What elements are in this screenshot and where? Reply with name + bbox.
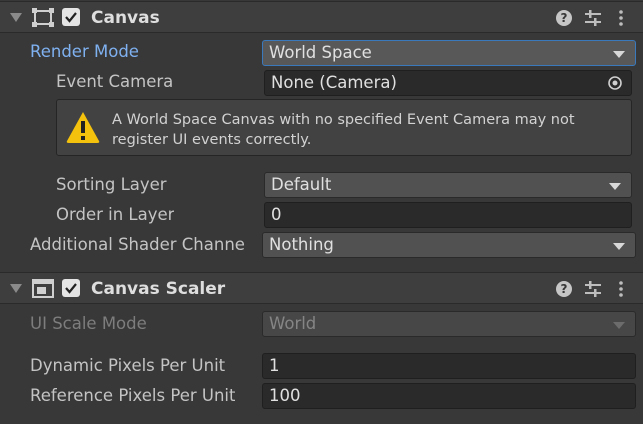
- warning-helpbox: A World Space Canvas with no specified E…: [56, 99, 632, 156]
- object-picker-icon[interactable]: [607, 75, 623, 91]
- canvas-scaler-enabled-checkbox[interactable]: [62, 279, 80, 297]
- check-icon: [65, 283, 77, 294]
- event-camera-label: Event Camera: [56, 72, 174, 91]
- warning-icon: [66, 112, 100, 143]
- reference-pixels-per-unit-input[interactable]: 100: [262, 383, 636, 409]
- reference-pixels-per-unit-value: 100: [269, 386, 301, 405]
- additional-shader-channels-value: Nothing: [269, 235, 334, 254]
- order-in-layer-value: 0: [271, 205, 282, 224]
- render-mode-value: World Space: [269, 43, 372, 62]
- context-menu-icon[interactable]: [618, 9, 624, 27]
- sorting-layer-dropdown[interactable]: Default: [264, 172, 632, 198]
- canvas-title: Canvas: [91, 8, 160, 28]
- canvas-scaler-component-header[interactable]: Canvas Scaler ?: [0, 272, 643, 304]
- chevron-down-icon: [613, 51, 625, 58]
- chevron-down-icon: [609, 183, 621, 190]
- ui-scale-mode-value: World: [269, 314, 317, 333]
- order-in-layer-input[interactable]: 0: [264, 202, 632, 228]
- render-mode-dropdown[interactable]: World Space: [262, 40, 636, 66]
- ui-scale-mode-label: UI Scale Mode: [30, 314, 147, 333]
- chevron-down-icon: [613, 322, 625, 329]
- dynamic-pixels-per-unit-input[interactable]: 1: [262, 353, 636, 379]
- reference-pixels-per-unit-label: Reference Pixels Per Unit: [30, 386, 236, 405]
- foldout-arrow-icon[interactable]: [10, 284, 22, 293]
- help-icon[interactable]: ?: [556, 10, 572, 26]
- event-camera-value: None (Camera): [271, 73, 397, 92]
- sorting-layer-value: Default: [271, 175, 332, 194]
- ui-scale-mode-dropdown: World: [262, 311, 636, 337]
- canvas-component-icon: [32, 8, 54, 27]
- foldout-arrow-icon[interactable]: [10, 13, 22, 22]
- presets-icon[interactable]: [584, 9, 602, 27]
- canvas-enabled-checkbox[interactable]: [62, 8, 80, 26]
- event-camera-field[interactable]: None (Camera): [264, 70, 632, 96]
- chevron-down-icon: [613, 243, 625, 250]
- order-in-layer-label: Order in Layer: [56, 205, 175, 224]
- dynamic-pixels-per-unit-label: Dynamic Pixels Per Unit: [30, 356, 226, 375]
- context-menu-icon[interactable]: [618, 280, 624, 298]
- check-icon: [65, 12, 77, 23]
- canvas-scaler-title: Canvas Scaler: [91, 279, 226, 299]
- sorting-layer-label: Sorting Layer: [56, 175, 167, 194]
- presets-icon[interactable]: [584, 280, 602, 298]
- canvas-component-header[interactable]: Canvas ?: [0, 1, 643, 33]
- additional-shader-channels-dropdown[interactable]: Nothing: [262, 232, 636, 258]
- dynamic-pixels-per-unit-value: 1: [269, 356, 280, 375]
- canvas-scaler-icon: [32, 279, 54, 298]
- additional-shader-channels-label: Additional Shader Channe: [30, 235, 245, 254]
- render-mode-label: Render Mode: [30, 42, 139, 61]
- warning-text: A World Space Canvas with no specified E…: [112, 112, 575, 148]
- help-icon[interactable]: ?: [556, 281, 572, 297]
